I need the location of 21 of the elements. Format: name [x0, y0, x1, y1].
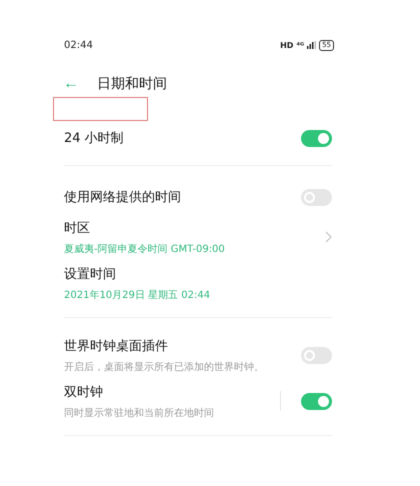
setting-title: 时区	[64, 220, 91, 236]
setting-value: 夏威夷-阿留申夏令时间 GMT-09:00	[64, 242, 225, 256]
toggle-switch[interactable]	[301, 130, 332, 146]
chevron-icon	[325, 231, 332, 243]
setting-value: 2021年10月29日 星期五 02:44	[64, 288, 210, 302]
setting-value: 开启后，桌面将显示所有已添加的世界时钟。	[64, 360, 264, 374]
setting-title: 世界时钟桌面插件	[64, 338, 169, 354]
signal-label: ⁴ᴳ	[296, 40, 304, 50]
setting-title: 24 小时制	[64, 130, 124, 147]
signal-icon	[307, 41, 316, 49]
toggle-switch[interactable]	[301, 346, 332, 364]
toggle-switch[interactable]	[301, 188, 332, 206]
setting-value: 同时显示常驻地和当前所在地时间	[64, 406, 214, 420]
status-time: 02:44	[64, 40, 93, 50]
setting-title: 设置时间	[64, 266, 117, 282]
page-title: 日期和时间	[97, 75, 167, 93]
network-label: HD	[280, 40, 294, 50]
setting-title: 双时钟	[64, 384, 104, 400]
setting-title: 使用网络提供的时间	[64, 189, 181, 206]
back-button[interactable]: ←	[63, 76, 79, 92]
toggle-switch[interactable]	[301, 392, 332, 410]
